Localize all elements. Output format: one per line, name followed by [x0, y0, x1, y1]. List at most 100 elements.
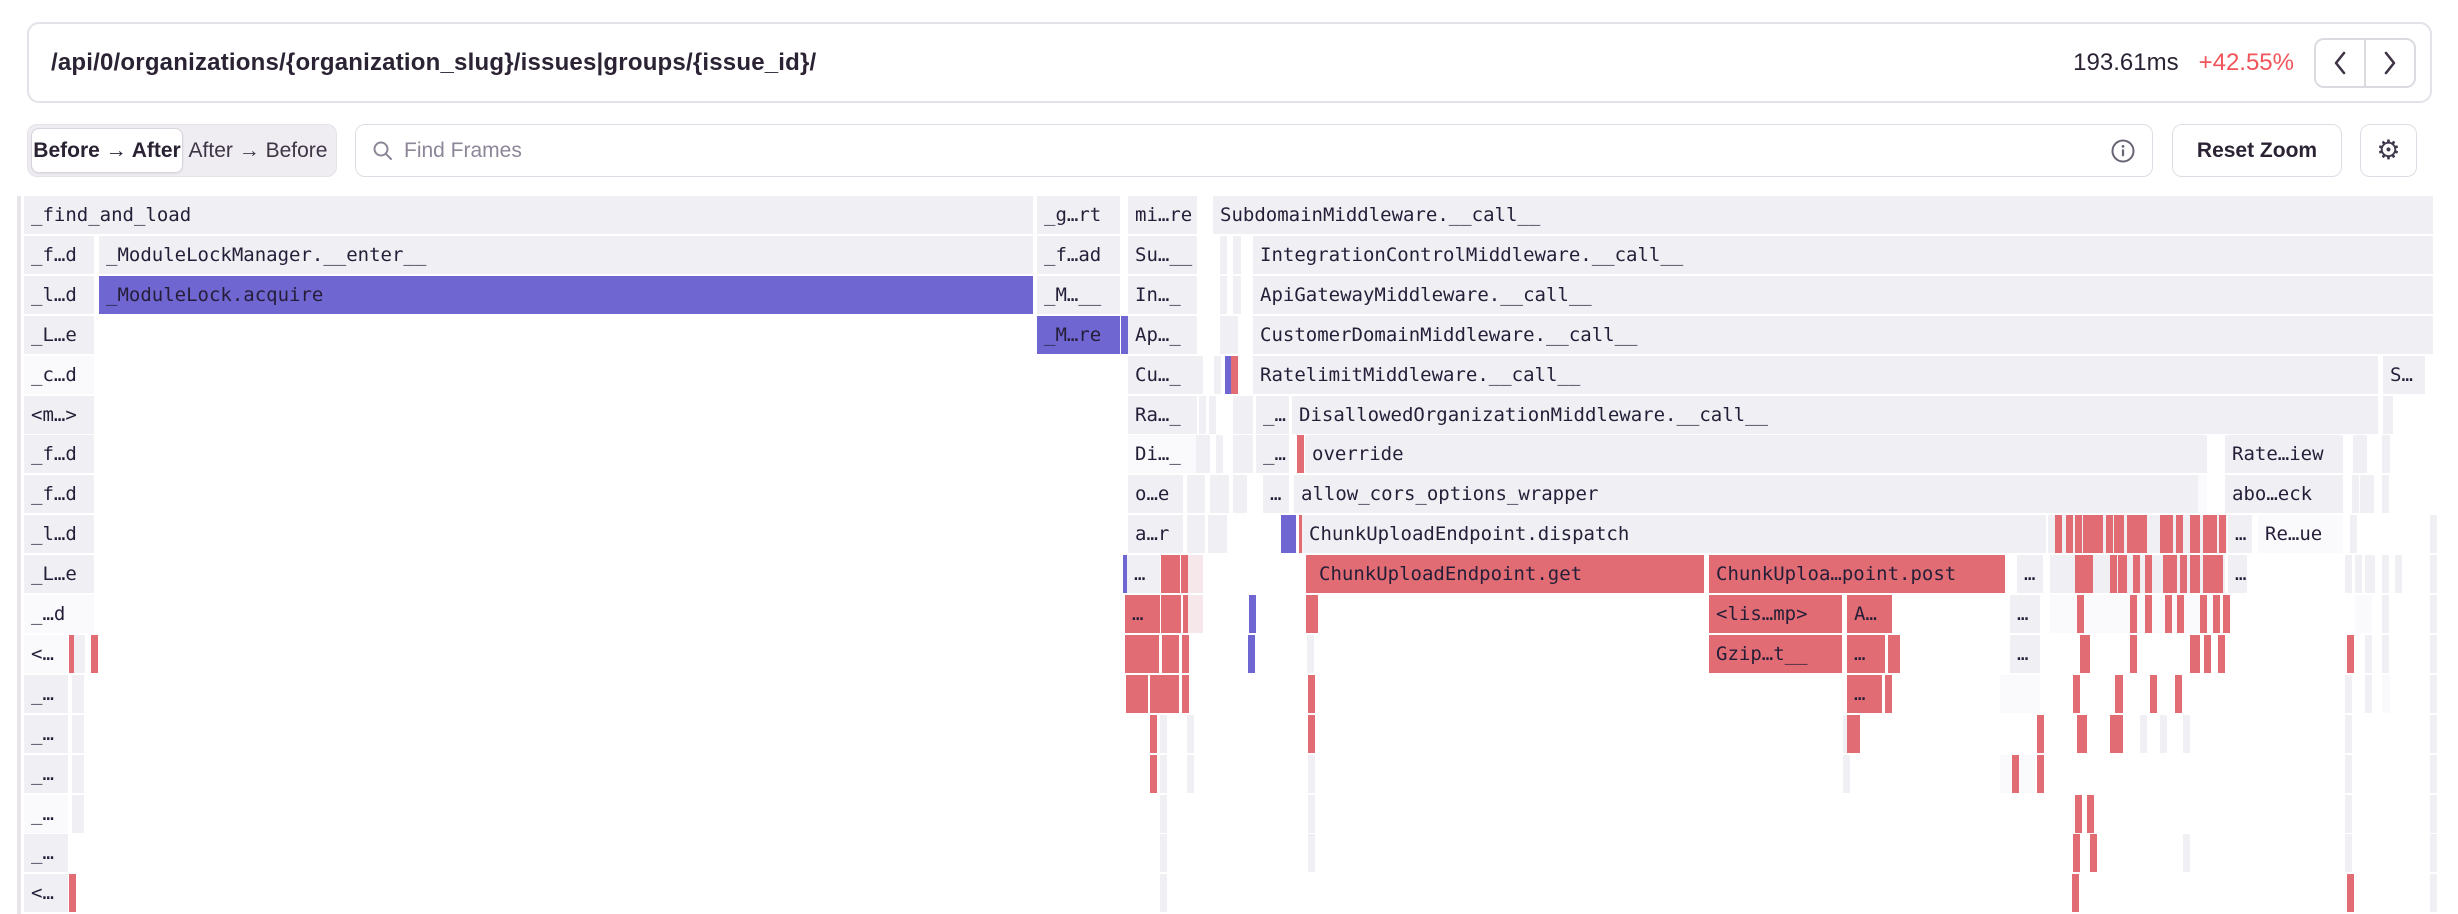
flame-frame[interactable] [2208, 515, 2217, 553]
flame-frame[interactable] [1203, 435, 1210, 473]
flame-frame[interactable] [2355, 595, 2372, 633]
flame-frame[interactable] [1249, 595, 1256, 633]
flame-frame[interactable]: o…e [1128, 475, 1183, 513]
flame-frame[interactable] [69, 874, 76, 912]
flame-frame[interactable] [1885, 675, 1892, 713]
flame-frame[interactable]: a…r [1128, 515, 1183, 553]
flame-frame[interactable]: _f…d [24, 236, 94, 274]
flame-frame[interactable] [2204, 635, 2211, 673]
flame-frame[interactable]: _… [24, 795, 68, 833]
flame-frame[interactable] [2176, 515, 2183, 553]
flame-frame[interactable] [1220, 236, 1227, 274]
flame-frame[interactable] [2075, 515, 2082, 553]
flame-frame[interactable]: _… [24, 834, 68, 872]
flame-frame[interactable]: Ra…_ [1128, 396, 1197, 434]
flame-frame[interactable] [2347, 635, 2354, 673]
flame-frame[interactable] [2223, 595, 2230, 633]
flame-frame[interactable] [1152, 635, 1159, 673]
flame-frame[interactable]: SubdomainMiddleware.__call__ [1213, 196, 2433, 234]
flame-frame[interactable]: _l…d [24, 276, 94, 314]
flame-frame[interactable] [1209, 396, 1216, 434]
flame-frame[interactable] [2080, 635, 2090, 673]
flame-frame[interactable]: _find_and_load [24, 196, 1033, 234]
flame-frame[interactable] [1893, 635, 1900, 673]
flame-frame[interactable]: ChunkUploadEndpoint.get [1312, 555, 1704, 593]
flame-frame[interactable] [2345, 555, 2352, 593]
flame-frame[interactable]: _ModuleLock.acquire [99, 276, 1033, 314]
flame-frame[interactable] [1214, 356, 1221, 394]
flame-frame[interactable]: _M…re [1037, 316, 1120, 354]
flame-frame[interactable]: DisallowedOrganizationMiddleware.__call_… [1292, 396, 2378, 434]
flame-frame[interactable]: _ModuleLockManager.__enter__ [99, 236, 1033, 274]
flame-frame[interactable] [72, 795, 84, 833]
flame-frame[interactable]: CustomerDomainMiddleware.__call__ [1253, 316, 2433, 354]
flame-frame[interactable]: Rate…iew [2225, 435, 2343, 473]
flame-frame[interactable]: _f…d [24, 475, 94, 513]
flame-frame[interactable]: _l…d [24, 515, 94, 553]
flame-frame[interactable] [2430, 675, 2437, 713]
flame-frame[interactable]: ChunkUploadEndpoint.dispatch [1302, 515, 2046, 553]
flame-frame[interactable] [2360, 475, 2367, 513]
flame-frame[interactable]: <lis…mp> [1709, 595, 1842, 633]
flame-frame[interactable] [2165, 595, 2172, 633]
flame-frame[interactable] [2055, 515, 2062, 553]
flame-frame[interactable] [2355, 555, 2362, 593]
flame-frame[interactable] [2219, 515, 2226, 553]
flame-frame[interactable] [2183, 715, 2190, 753]
flame-frame[interactable] [1222, 475, 1229, 513]
flame-frame[interactable] [1248, 635, 1255, 673]
flame-frame[interactable] [2395, 555, 2402, 593]
flame-frame[interactable]: <m…> [24, 396, 94, 434]
flame-frame[interactable] [2183, 834, 2190, 872]
flame-frame[interactable]: Di…_ [1128, 435, 1197, 473]
flame-frame[interactable]: … [2228, 515, 2252, 553]
flame-frame[interactable] [2118, 555, 2127, 593]
flame-frame[interactable] [2203, 555, 2210, 593]
flame-frame[interactable]: _… [24, 755, 68, 793]
flame-frame[interactable] [2430, 795, 2437, 833]
flame-frame[interactable] [2072, 874, 2079, 912]
flame-frame[interactable] [1847, 715, 1860, 753]
flame-frame[interactable] [1231, 316, 1238, 354]
flame-frame[interactable] [2190, 635, 2200, 673]
flame-frame[interactable] [1308, 675, 1315, 713]
flame-frame[interactable]: _…d [24, 595, 94, 633]
flame-frame[interactable] [2382, 595, 2389, 633]
flame-frame[interactable] [2382, 675, 2390, 713]
flame-frame[interactable] [1182, 635, 1189, 673]
flame-frame[interactable] [1187, 755, 1194, 793]
flame-frame[interactable] [1308, 795, 1315, 833]
flame-frame[interactable]: Re…ue [2258, 515, 2343, 553]
flame-frame[interactable] [2177, 595, 2184, 633]
flame-frame[interactable] [2350, 515, 2357, 553]
flame-frame[interactable] [2130, 635, 2137, 673]
flame-frame[interactable] [1121, 316, 1128, 354]
flame-frame[interactable]: Ap…_ [1128, 316, 1197, 354]
flame-frame[interactable] [1246, 435, 1253, 473]
flame-frame[interactable]: S… [2383, 356, 2425, 394]
flame-frame[interactable]: ChunkUploa…point.post [1709, 555, 2005, 593]
flame-frame[interactable] [1160, 715, 1167, 753]
flame-frame[interactable] [1216, 435, 1223, 473]
flame-frame[interactable]: mi…re [1128, 196, 1197, 234]
flamegraph-canvas[interactable]: _find_and_load_g…rtmi…reSubdomainMiddlew… [0, 0, 2458, 914]
flame-frame[interactable] [2382, 555, 2389, 593]
flame-frame[interactable]: Cu…_ [1128, 356, 1197, 394]
flame-frame[interactable] [2345, 834, 2352, 872]
flame-frame[interactable] [2073, 834, 2080, 872]
flame-frame[interactable] [2133, 555, 2140, 593]
flame-frame[interactable] [2145, 595, 2152, 633]
flame-frame[interactable] [2430, 834, 2437, 872]
flame-frame[interactable]: _f…d [24, 435, 94, 473]
flame-frame[interactable]: _M…__ [1037, 276, 1120, 314]
flame-frame[interactable] [1162, 635, 1179, 673]
flame-frame[interactable] [72, 755, 84, 793]
flame-frame[interactable]: allow_cors_options_wrapper [1294, 475, 2205, 513]
flame-frame[interactable] [2083, 515, 2103, 553]
flame-frame[interactable]: _c…d [24, 356, 94, 394]
flame-frame[interactable] [2110, 555, 2117, 593]
flame-frame[interactable] [2130, 595, 2137, 633]
flame-frame[interactable] [2430, 515, 2437, 553]
flame-frame[interactable] [2345, 795, 2352, 833]
flame-frame[interactable] [1196, 435, 1203, 473]
